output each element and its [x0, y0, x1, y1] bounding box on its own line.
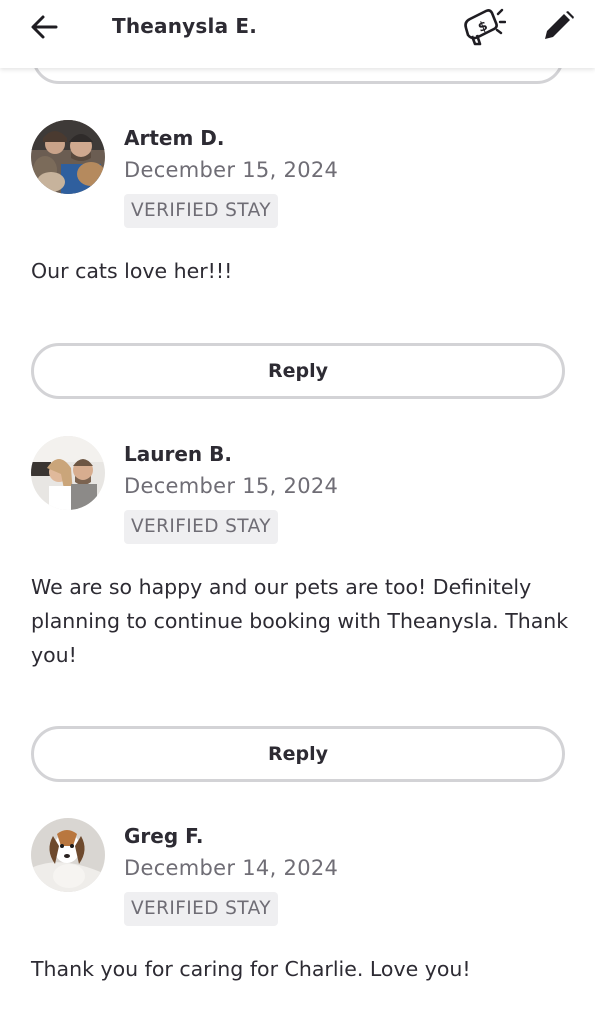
reviews-list: Artem D. December 15, 2024 VERIFIED STAY…	[0, 0, 595, 1024]
review-date: December 15, 2024	[124, 474, 339, 498]
reviewer-name: Greg F.	[124, 824, 204, 848]
reviewer-name: Artem D.	[124, 126, 225, 150]
pencil-icon[interactable]	[540, 10, 576, 44]
review-text: Our cats love her!!!	[31, 259, 233, 283]
megaphone-dollar-icon[interactable]: $	[460, 6, 507, 48]
verified-stay-badge: VERIFIED STAY	[124, 892, 278, 926]
reviewer-avatar	[31, 436, 105, 510]
verified-stay-badge: VERIFIED STAY	[124, 510, 278, 544]
review-date: December 14, 2024	[124, 856, 339, 880]
review-date: December 15, 2024	[124, 158, 339, 182]
reviewer-name: Lauren B.	[124, 442, 232, 466]
top-app-bar: Theanysla E. $	[0, 0, 595, 68]
review-text: Thank you for caring for Charlie. Love y…	[31, 957, 471, 981]
reply-button[interactable]: Reply	[31, 343, 565, 399]
reviewer-avatar	[31, 818, 105, 892]
page-title: Theanysla E.	[112, 14, 258, 38]
reply-button[interactable]: Reply	[31, 726, 565, 782]
reviewer-avatar	[31, 120, 105, 194]
review-text: We are so happy and our pets are too! De…	[31, 575, 569, 667]
verified-stay-badge: VERIFIED STAY	[124, 194, 278, 228]
back-arrow-icon[interactable]	[28, 12, 62, 42]
